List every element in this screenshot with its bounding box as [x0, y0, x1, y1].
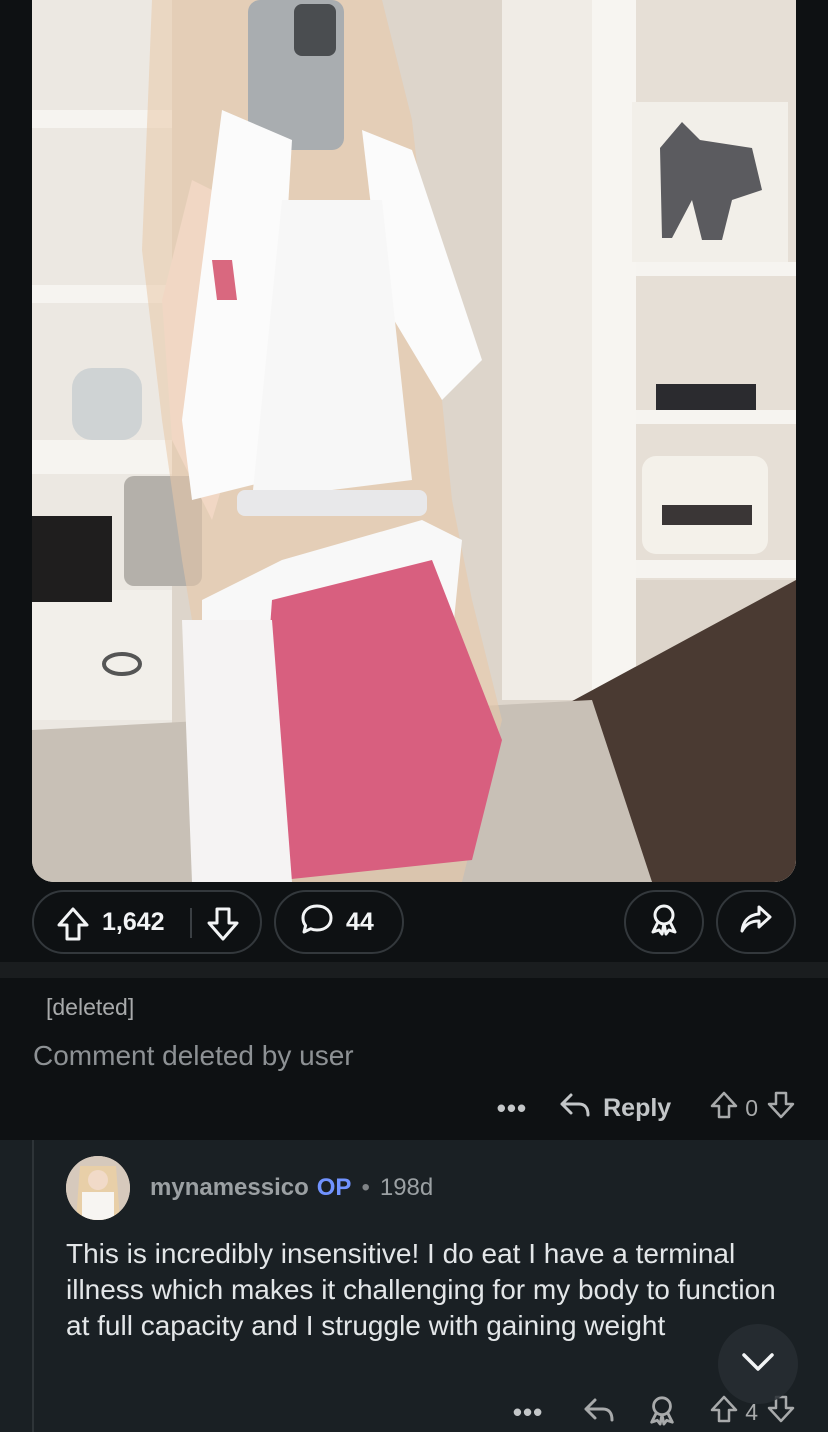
more-options-button[interactable]: ••• — [513, 1397, 543, 1428]
deleted-comment-body: Comment deleted by user — [33, 1040, 354, 1071]
award-button[interactable] — [647, 1394, 677, 1431]
section-divider — [0, 962, 828, 978]
reply-label: Reply — [603, 1093, 672, 1122]
award-icon — [647, 1394, 677, 1431]
thread-line[interactable] — [32, 1140, 34, 1432]
upvote-icon[interactable] — [56, 906, 90, 949]
avatar[interactable] — [66, 1156, 130, 1220]
comment-meta: mynamessico OP • 198d — [150, 1174, 433, 1202]
award-button[interactable] — [624, 890, 704, 954]
vote-divider — [190, 908, 192, 938]
award-icon — [648, 902, 680, 943]
downvote-icon[interactable] — [766, 1090, 796, 1126]
deleted-comment-actions: ••• Reply 0 — [497, 1088, 796, 1128]
share-button[interactable] — [716, 890, 796, 954]
meta-separator: • — [361, 1174, 370, 1201]
comments-button[interactable]: 44 — [274, 890, 404, 954]
upvote-icon[interactable] — [709, 1394, 739, 1430]
comment-bubble-icon — [300, 902, 334, 943]
comment-vote-control: 0 — [709, 1090, 796, 1126]
vote-control: 1,642 — [32, 890, 262, 954]
scroll-down-button[interactable] — [718, 1324, 798, 1404]
post-image[interactable] — [32, 0, 796, 882]
comment-count: 44 — [346, 907, 374, 936]
share-icon — [739, 904, 773, 941]
post-photo — [32, 0, 796, 882]
username[interactable]: mynamessico — [150, 1174, 309, 1202]
reply-arrow-icon — [559, 1091, 603, 1126]
comment-score: 0 — [745, 1094, 758, 1121]
reply-button[interactable]: Reply — [559, 1091, 671, 1126]
deleted-comment-author[interactable]: [deleted] — [46, 994, 134, 1021]
comment-body: This is incredibly insensitive! I do eat… — [66, 1238, 776, 1341]
downvote-icon[interactable] — [206, 906, 240, 949]
op-badge: OP — [316, 1174, 352, 1201]
post-score: 1,642 — [102, 908, 165, 936]
reply-arrow-icon — [583, 1396, 615, 1429]
post-action-bar: 1,642 44 — [32, 890, 796, 954]
chevron-down-icon — [741, 1352, 775, 1377]
reply-button[interactable] — [583, 1396, 615, 1429]
upvote-icon[interactable] — [709, 1090, 739, 1126]
comment-age: 198d — [379, 1174, 434, 1201]
more-options-button[interactable]: ••• — [497, 1093, 527, 1124]
reply-comment: mynamessico OP • 198d This is incredibly… — [0, 1140, 828, 1432]
